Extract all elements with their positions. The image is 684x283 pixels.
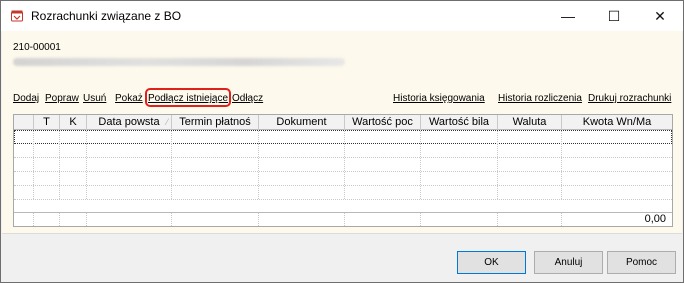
grid-rows [14,130,672,200]
minimize-icon: — [561,8,575,24]
total-amount: 0,00 [644,213,666,225]
attach-existing-link[interactable]: Podłącz istniejące [148,93,228,104]
col-header-due-date[interactable]: Termin płatnoś [172,115,259,130]
table-row[interactable] [14,144,672,158]
settlements-grid[interactable]: T K Data powsta ⁄ Termin płatnoś Dokumen… [13,114,673,227]
edit-link[interactable]: Popraw [45,93,79,104]
table-row[interactable] [14,158,672,172]
col-header-t[interactable]: T [34,115,60,130]
help-button[interactable]: Pomoc [607,251,676,274]
col-header-date-created[interactable]: Data powsta ⁄ [87,115,172,130]
print-settlements-link[interactable]: Drukuj rozrachunki [588,93,671,104]
settlement-history-link[interactable]: Historia rozliczenia [498,93,582,104]
title-bar[interactable]: Rozrachunki związane z BO — ☐ ✕ [1,1,683,31]
dialog-window: Rozrachunki związane z BO — ☐ ✕ 210-0000… [0,0,684,283]
close-icon: ✕ [654,7,666,24]
button-bar: OK Anuluj Pomoc [2,233,682,282]
col-header-currency[interactable]: Waluta [498,115,562,130]
col-header-balance-value[interactable]: Wartość bila [421,115,498,130]
col-header-initial-value[interactable]: Wartość poc [345,115,421,130]
show-link[interactable]: Pokaż [115,93,143,104]
ok-button[interactable]: OK [457,251,526,274]
close-button[interactable]: ✕ [637,1,683,31]
booking-history-link[interactable]: Historia księgowania [393,93,485,104]
cancel-button[interactable]: Anuluj [534,251,603,274]
maximize-icon: ☐ [607,7,621,24]
detach-link[interactable]: Odłącz [232,93,263,104]
table-row[interactable] [14,130,672,144]
grid-total-row: 0,00 [14,212,672,226]
window-title: Rozrachunki związane z BO [31,9,182,23]
account-name-redacted [13,58,345,66]
table-row[interactable] [14,186,672,200]
account-code: 210-00001 [13,42,61,53]
col-header-amount[interactable]: Kwota Wn/Ma [562,115,672,130]
add-link[interactable]: Dodaj [13,93,39,104]
maximize-button[interactable]: ☐ [591,1,637,31]
col-header-date-created-label: Data powsta [98,116,160,128]
minimize-button[interactable]: — [545,1,591,31]
delete-link[interactable]: Usuń [83,93,106,104]
col-header-indicator[interactable] [14,115,34,130]
app-icon [11,10,23,22]
content-panel: 210-00001 Dodaj Popraw Usuń Pokaż Podłąc… [2,31,682,233]
col-header-k[interactable]: K [60,115,87,130]
sort-indicator-icon: ⁄ [166,117,168,127]
grid-header: T K Data powsta ⁄ Termin płatnoś Dokumen… [14,115,672,130]
col-header-document[interactable]: Dokument [259,115,345,130]
table-row[interactable] [14,172,672,186]
